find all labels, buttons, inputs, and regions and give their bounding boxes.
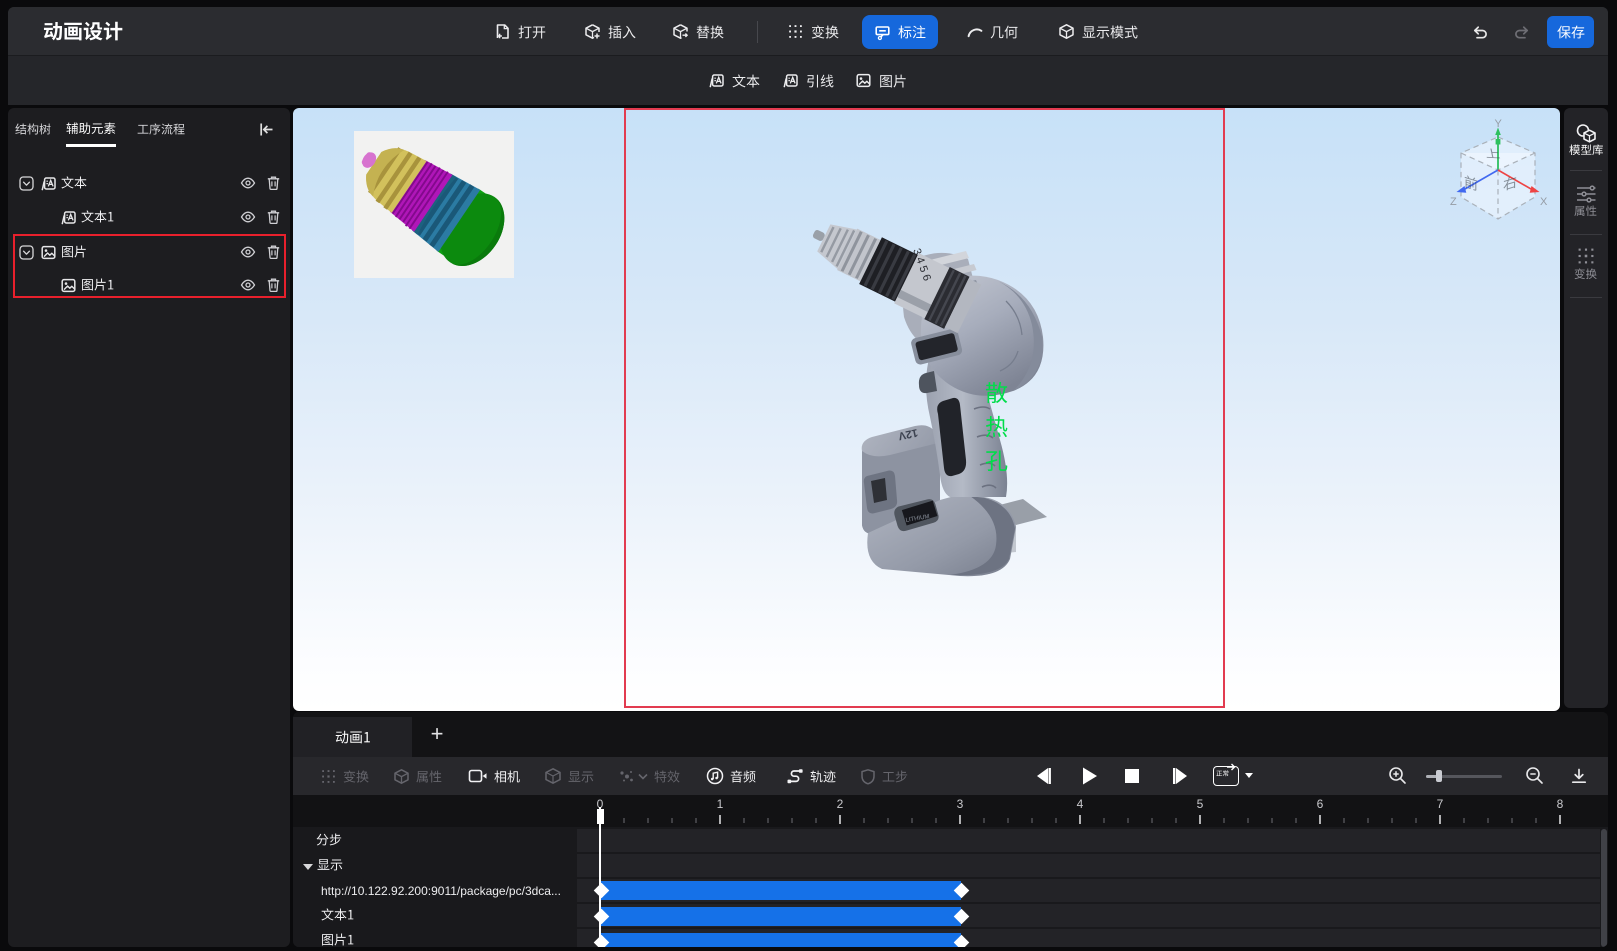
svg-text:Y: Y (1495, 118, 1503, 130)
svg-text:3: 3 (957, 797, 964, 811)
svg-text:8: 8 (1557, 797, 1564, 811)
svg-text:5: 5 (1197, 797, 1204, 811)
svg-text:2: 2 (837, 797, 844, 811)
svg-text:6: 6 (1317, 797, 1324, 811)
svg-text:X: X (1540, 196, 1548, 208)
svg-text:4: 4 (1077, 797, 1084, 811)
svg-text:1: 1 (717, 797, 724, 811)
svg-text:7: 7 (1437, 797, 1444, 811)
svg-text:Z: Z (1450, 196, 1457, 208)
